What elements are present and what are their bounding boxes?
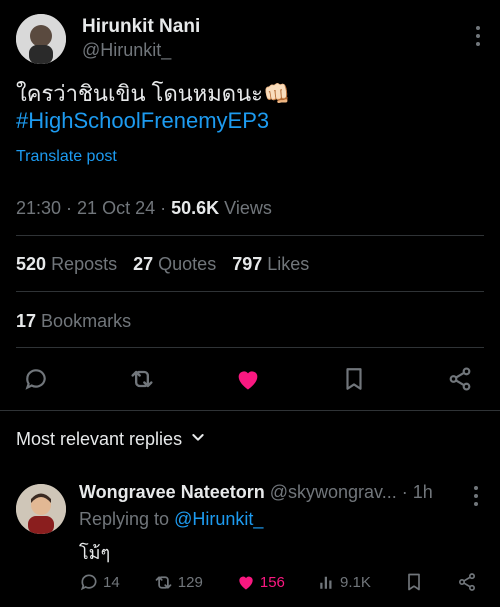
- reply-like-count: 156: [259, 573, 285, 591]
- reply-avatar[interactable]: [16, 484, 66, 534]
- reply-views-count: 9.1K: [339, 573, 371, 591]
- reply-text: โม้ๆ: [79, 543, 111, 563]
- reply-author-name[interactable]: Wongravee Nateetorn: [79, 482, 265, 502]
- views-label: Views: [224, 198, 272, 218]
- replying-prefix: Replying to: [79, 509, 170, 529]
- divider: [16, 235, 484, 236]
- quotes-stat[interactable]: 27 Quotes: [133, 254, 216, 275]
- reply-author-handle[interactable]: @skywongrav...: [270, 482, 397, 502]
- translate-post-link[interactable]: Translate post: [16, 148, 117, 166]
- reply-share-icon[interactable]: [457, 572, 477, 592]
- share-icon[interactable]: [444, 363, 476, 395]
- likes-stat[interactable]: 797 Likes: [232, 254, 309, 275]
- post-time[interactable]: 21:30: [16, 198, 61, 218]
- reply-icon[interactable]: [20, 363, 52, 395]
- reply-more-options-icon[interactable]: [474, 486, 478, 510]
- bookmark-icon[interactable]: [338, 363, 370, 395]
- views-count: 50.6K: [171, 198, 220, 218]
- replying-handle-link[interactable]: @Hirunkit_: [174, 509, 263, 529]
- replying-to: Replying to @Hirunkit_: [79, 509, 263, 530]
- post-header: Hirunkit Nani @Hirunkit_: [16, 14, 484, 64]
- reply-views-button[interactable]: 9.1K: [318, 573, 371, 591]
- post-date[interactable]: 21 Oct 24: [77, 198, 155, 218]
- reply-like-button[interactable]: 156: [236, 572, 285, 592]
- reply-time[interactable]: · 1h: [402, 482, 433, 502]
- section-divider: [0, 410, 500, 411]
- replies-sort-dropdown[interactable]: Most relevant replies: [16, 429, 206, 450]
- reply-actions: 14 129 156 9.1K: [79, 571, 477, 593]
- reply-repost-button[interactable]: 129: [153, 572, 203, 593]
- post-actions: [20, 360, 476, 398]
- reply-comment-count: 14: [103, 573, 120, 591]
- reply-comment-button[interactable]: 14: [79, 572, 120, 592]
- post-text: ใครว่าชินเขิน โดนหมดนะ👊🏻: [16, 81, 291, 106]
- reply-header: Wongravee Nateetorn @skywongrav... · 1h: [79, 482, 433, 503]
- chevron-down-icon: [190, 429, 206, 450]
- avatar[interactable]: [16, 14, 66, 64]
- bookmarks-stat[interactable]: 17 Bookmarks: [16, 311, 131, 332]
- more-options-icon[interactable]: [476, 26, 480, 46]
- reposts-stat[interactable]: 520 Reposts: [16, 254, 117, 275]
- hashtag-link[interactable]: #HighSchoolFrenemyEP3: [16, 108, 269, 134]
- repost-icon[interactable]: [126, 363, 158, 395]
- author-name[interactable]: Hirunkit Nani: [82, 16, 200, 38]
- reply-bookmark-icon[interactable]: [404, 572, 424, 592]
- post-meta: 21:30 · 21 Oct 24 · 50.6K Views: [16, 198, 272, 218]
- engagement-stats: 520 Reposts 27 Quotes 797 Likes: [16, 254, 309, 275]
- replies-sort-label: Most relevant replies: [16, 429, 183, 449]
- author-handle[interactable]: @Hirunkit_: [82, 40, 171, 61]
- divider: [16, 347, 484, 348]
- divider: [16, 291, 484, 292]
- like-icon[interactable]: [232, 363, 264, 395]
- reply-repost-count: 129: [177, 573, 203, 591]
